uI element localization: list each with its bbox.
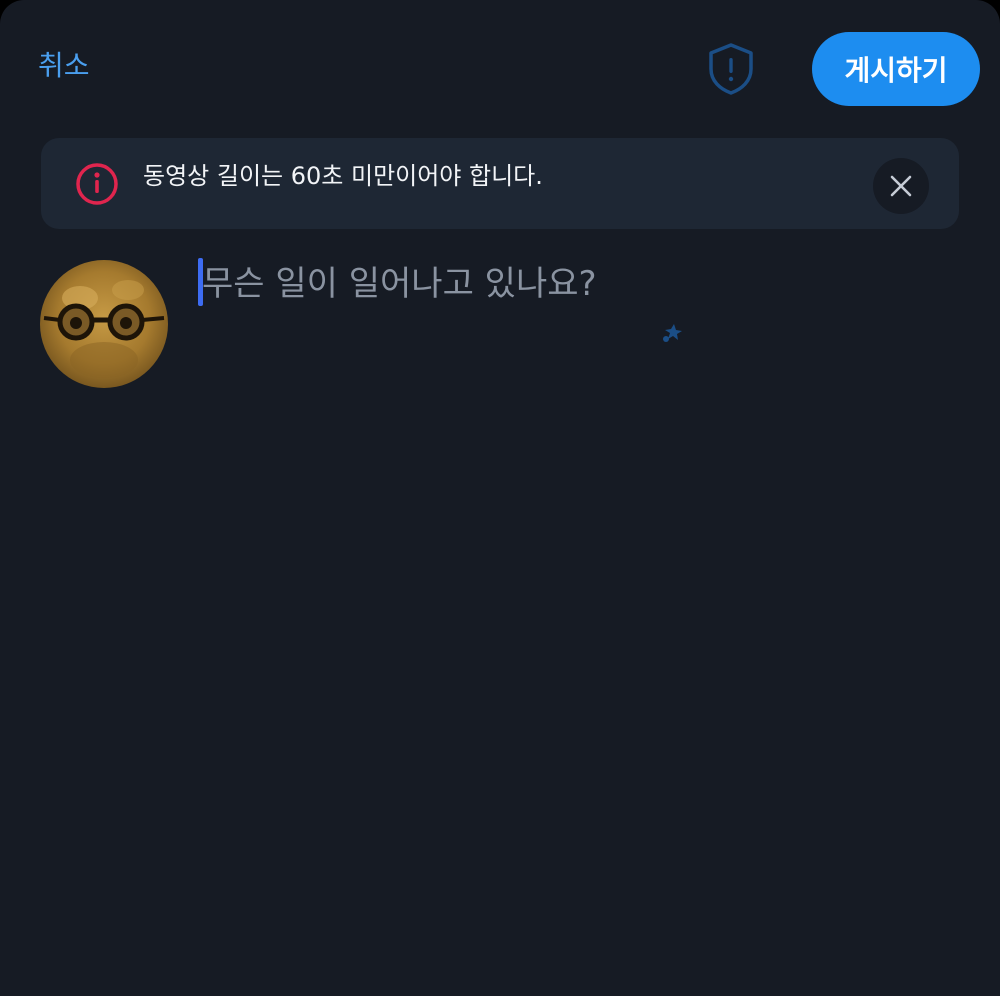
composer-placeholder: 무슨 일이 일어나고 있나요?: [202, 264, 597, 304]
info-circle-icon: [75, 162, 119, 206]
tweet-text-input[interactable]: 무슨 일이 일어나고 있나요?: [198, 256, 958, 316]
cancel-button[interactable]: 취소: [38, 44, 90, 88]
post-button[interactable]: 게시하기: [812, 32, 980, 106]
video-length-alert: 동영상 길이는 60초 미만이어야 합니다.: [41, 138, 959, 229]
alert-close-button[interactable]: [873, 158, 929, 214]
sparkle-icon: [660, 322, 684, 344]
shield-icon[interactable]: [703, 40, 759, 98]
avatar[interactable]: [40, 260, 168, 388]
compose-sheet: 취소 게시하기 동영상 길이는 60초 미만이어야 합니다. 무슨 일이 일어나…: [0, 0, 1000, 996]
close-icon: [890, 175, 912, 197]
alert-message: 동영상 길이는 60초 미만이어야 합니다.: [143, 162, 543, 190]
